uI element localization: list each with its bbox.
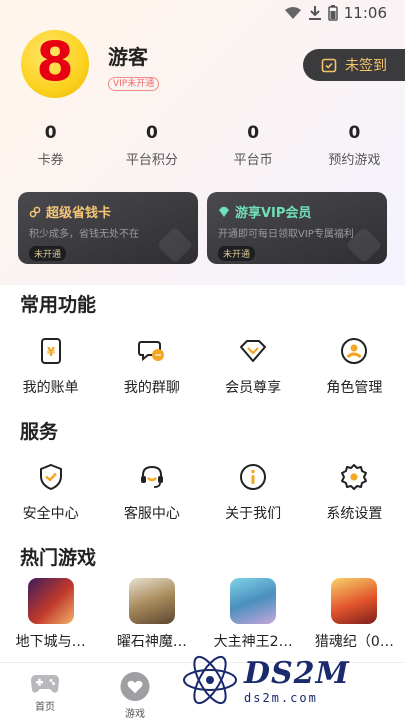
- my-bill-button[interactable]: ¥ 我的账单: [0, 336, 101, 397]
- stat-label: 卡券: [37, 153, 64, 168]
- saving-card-title-row: 超级省钱卡: [29, 202, 187, 221]
- stat-platform-coins[interactable]: 0 平台币: [203, 120, 304, 174]
- info-icon: [238, 462, 268, 492]
- stat-value: 0: [247, 123, 260, 143]
- role-management-button[interactable]: 角色管理: [304, 336, 405, 397]
- grid-item-label: 我的账单: [22, 380, 79, 396]
- tab-games[interactable]: 游戏: [90, 663, 180, 720]
- grid-item-label: 关于我们: [225, 506, 282, 522]
- vip-gem-icon: [219, 206, 229, 217]
- avatar-text: 8: [36, 30, 74, 93]
- gear-icon: [339, 462, 369, 492]
- tab-home[interactable]: 首页: [0, 663, 90, 720]
- shield-icon: [36, 462, 66, 492]
- svg-text:¥: ¥: [46, 345, 55, 359]
- vip-card-title: 游享VIP会员: [235, 206, 312, 221]
- grid-item-label: 角色管理: [326, 380, 383, 396]
- stat-label: 平台积分: [125, 153, 178, 168]
- vip-status-badge: VIP未开通: [108, 77, 160, 91]
- hot-games-title: 热门游戏: [20, 547, 97, 569]
- group-chat-icon: [137, 336, 167, 366]
- username[interactable]: 游客: [108, 41, 148, 70]
- tab-label: 首页: [35, 702, 55, 713]
- atom-logo-icon: [183, 655, 237, 705]
- stat-value: 0: [44, 123, 57, 143]
- user-icon: [339, 336, 369, 366]
- game-thumbnail: [331, 578, 378, 624]
- vip-card[interactable]: 游享VIP会员 开通即可每日领取VIP专属福利 未开通: [207, 192, 387, 264]
- hot-games-row: 地下城与… 曜石神魔… 大主神王2… 猎魂纪（0…: [0, 578, 405, 649]
- grid-item-label: 客服中心: [123, 506, 180, 522]
- status-bar: 11:06: [0, 0, 405, 28]
- bill-icon: ¥: [36, 336, 66, 366]
- services-grid: 安全中心 客服中心 关于我们 系统设置: [0, 462, 405, 523]
- signin-label: 未签到: [345, 58, 387, 74]
- stat-value: 0: [145, 123, 158, 143]
- grid-item-label: 系统设置: [326, 506, 383, 522]
- stat-label: 预约游戏: [328, 153, 381, 168]
- stats-row: 0 卡券 0 平台积分 0 平台币 0 预约游戏: [0, 120, 405, 174]
- game-thumbnail: [230, 578, 277, 624]
- heart-icon: [120, 671, 150, 702]
- tab-label: 游戏: [125, 709, 145, 720]
- status-icons: 11:06: [284, 4, 387, 22]
- game-item[interactable]: 曜石神魔…: [101, 578, 202, 649]
- game-thumbnail: [128, 578, 175, 624]
- diamond-icon: [238, 336, 268, 366]
- services-title: 服务: [20, 421, 59, 443]
- status-time: 11:06: [343, 4, 387, 22]
- link-icon: [29, 206, 41, 217]
- watermark-text: DS2M: [244, 655, 350, 691]
- customer-service-button[interactable]: 客服中心: [101, 462, 202, 523]
- game-item[interactable]: 大主神王2…: [203, 578, 304, 649]
- grid-item-label: 安全中心: [22, 506, 79, 522]
- stat-points[interactable]: 0 平台积分: [101, 120, 202, 174]
- my-group-chat-button[interactable]: 我的群聊: [101, 336, 202, 397]
- common-functions-title: 常用功能: [20, 294, 97, 316]
- headset-icon: [137, 462, 167, 492]
- battery-icon: [328, 5, 338, 21]
- wifi-icon: [284, 7, 301, 19]
- stat-label: 平台币: [233, 153, 273, 168]
- saving-card-title: 超级省钱卡: [46, 206, 112, 221]
- avatar[interactable]: 8: [21, 30, 89, 98]
- game-name: 地下城与…: [15, 634, 86, 649]
- signin-button[interactable]: 未签到: [303, 49, 405, 81]
- game-thumbnail: [27, 578, 74, 624]
- saving-card-status: 未开通: [29, 246, 67, 261]
- member-privilege-button[interactable]: 会员尊享: [203, 336, 304, 397]
- common-functions-grid: ¥ 我的账单 我的群聊 会员尊享 角色管理: [0, 336, 405, 397]
- checkin-icon: [321, 58, 337, 73]
- game-item[interactable]: 地下城与…: [0, 578, 101, 649]
- game-item[interactable]: 猎魂纪（0…: [304, 578, 405, 649]
- watermark-subtext: ds2m.com: [244, 690, 318, 705]
- saving-card[interactable]: 超级省钱卡 积少成多，省钱无处不在 未开通: [18, 192, 198, 264]
- gamepad-icon: [31, 675, 59, 693]
- download-icon: [308, 6, 321, 20]
- stat-value: 0: [348, 123, 361, 143]
- stat-coupons[interactable]: 0 卡券: [0, 120, 101, 174]
- system-settings-button[interactable]: 系统设置: [304, 462, 405, 523]
- security-center-button[interactable]: 安全中心: [0, 462, 101, 523]
- vip-card-status: 未开通: [218, 246, 256, 261]
- vip-card-title-row: 游享VIP会员: [218, 202, 376, 221]
- grid-item-label: 我的群聊: [123, 380, 180, 396]
- grid-item-label: 会员尊享: [225, 380, 282, 396]
- about-us-button[interactable]: 关于我们: [203, 462, 304, 523]
- stat-reserved-games[interactable]: 0 预约游戏: [304, 120, 405, 174]
- watermark-logo: DS2M ds2m.com: [180, 640, 405, 720]
